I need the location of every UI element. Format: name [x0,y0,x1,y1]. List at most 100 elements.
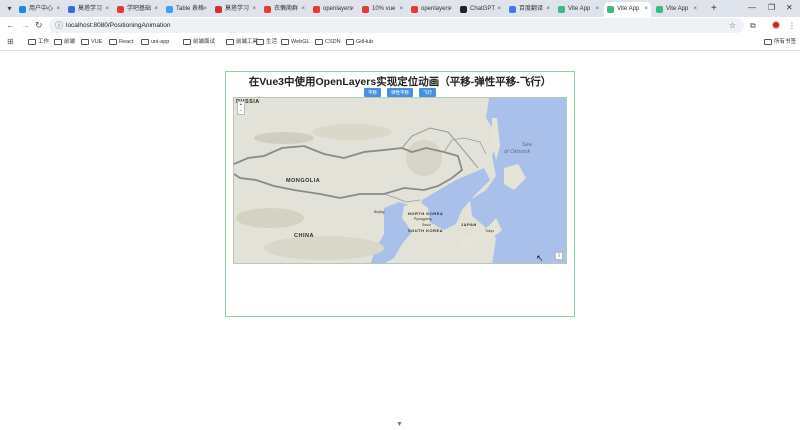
bookmark-folder[interactable]: 前端面试 [183,37,215,47]
bookmark-label: 前端工具 [236,39,259,45]
elastic-pan-button[interactable]: 弹性平移 [387,88,413,97]
tab-close-icon[interactable]: × [644,2,648,17]
tab-favicon-icon [264,6,271,13]
tab-search-icon[interactable]: ▾ [4,3,15,14]
bookmark-folder[interactable]: uni-app [141,37,169,47]
tab-favicon-icon [313,6,320,13]
tab-favicon-icon [558,6,565,13]
bookmark-folder[interactable]: CSDN [315,37,341,47]
folder-icon [281,39,289,45]
browser-tab[interactable]: 学吧基础 × [114,2,161,17]
all-bookmarks-folder[interactable]: 所有书签 [764,37,796,47]
bookmark-label: React [119,39,134,45]
avatar[interactable] [772,21,780,29]
tab-close-icon[interactable]: × [301,2,305,17]
address-bar[interactable]: ⓘ localhost:8080/PositioningAnimation ☆ [49,18,744,33]
tab-close-icon[interactable]: × [252,2,256,17]
forward-icon[interactable]: → [21,19,30,32]
browser-tab[interactable]: 衣懒蔺群 × [261,2,308,17]
tab-close-icon[interactable]: × [693,2,697,17]
folder-icon [346,39,354,45]
tab-close-icon[interactable]: × [350,2,354,17]
tab-close-icon[interactable]: × [546,2,550,17]
pan-button[interactable]: 平移 [364,88,381,97]
browser-tab[interactable]: 百度翻译 × [506,2,553,17]
browser-tab[interactable]: Vite App × [653,2,700,17]
minimize-icon[interactable]: — [748,1,756,15]
map-label-sea-of-okhotsk: of Okhotsk [504,149,531,155]
browser-tab[interactable]: openlayers × [310,2,357,17]
tab-close-icon[interactable]: × [399,2,403,17]
map-label-beijing: Beijing [374,210,385,214]
tab-favicon-icon [166,6,173,13]
tab-label: ChatGPT [470,6,496,12]
zoom-out-button[interactable]: − [238,108,244,114]
browser-tab[interactable]: 10% vue × [359,2,406,17]
bookmark-label: 生活 [266,39,278,45]
tab-label: 学吧基础 [127,6,152,12]
folder-icon [109,39,117,45]
bookmark-folder[interactable]: WebGL [281,37,310,47]
folder-icon [226,39,234,45]
scroll-down-icon[interactable]: ▼ [396,421,403,428]
map-label-south-korea: SOUTH KOREA [408,228,444,233]
folder-icon [28,39,36,45]
map-viewport[interactable]: RUSSIA Sea of Okhotsk MONGOLIA Beijing N… [233,97,567,264]
tab-close-icon[interactable]: × [595,2,599,17]
browser-tab[interactable]: Table 表格 × [163,2,210,17]
bookmark-label: uni-app [151,39,170,45]
map-label-china: CHINA [294,233,314,239]
bookmark-star-icon[interactable]: ☆ [729,18,736,33]
folder-icon [256,39,264,45]
map-label-sea: Sea [522,142,532,148]
map-label-seoul: Seoul [422,223,431,227]
bookmark-folder[interactable]: VUE [81,37,102,47]
tab-label: Table 表格 [176,6,205,12]
tab-close-icon[interactable]: × [203,2,207,17]
tab-favicon-icon [509,6,516,13]
bookmark-label: 前端面试 [193,39,216,45]
folder-icon [315,39,323,45]
page-title: 在Vue3中使用OpenLayers实现定位动画（平移-弹性平移-飞行） [248,76,552,88]
apps-grid-icon[interactable]: ⊞ [7,37,14,46]
tab-close-icon[interactable]: × [448,2,452,17]
map-zoom-control: + − [237,101,245,115]
site-info-icon[interactable]: ⓘ [55,19,63,32]
tab-favicon-icon [215,6,222,13]
menu-icon[interactable]: ⋮ [788,19,796,32]
reload-icon[interactable]: ↻ [35,19,43,32]
map-label-north-korea: NORTH KOREA [408,211,444,216]
bookmark-label: GitHub [356,39,374,45]
bookmark-folder[interactable]: React [109,37,133,47]
bookmark-folder[interactable]: GitHub [346,37,373,47]
fly-button[interactable]: 飞行 [419,88,436,97]
tab-close-icon[interactable]: × [56,2,60,17]
extensions-icon[interactable]: ⧉ [750,19,756,32]
browser-tab[interactable]: 莫塔学习 × [212,2,259,17]
back-icon[interactable]: ← [6,19,15,32]
bookmark-folder[interactable]: 生活 [256,37,277,47]
folder-icon [54,39,62,45]
bookmark-label: CSDN [325,39,341,45]
browser-tab[interactable]: Vite App × [555,2,602,17]
bookmarks-bar: 工作 前端 VUE React uni-app 前端面试 前端工具 生活 WebGL CSDN Gi… [0,34,800,51]
restore-icon[interactable]: ❐ [768,1,775,15]
tab-close-icon[interactable]: × [497,2,501,17]
folder-icon [183,39,191,45]
attribution-button[interactable]: i [555,252,563,260]
browser-tab[interactable]: 莫塔学习 × [65,2,112,17]
tab-label: openlayers [323,6,353,12]
close-window-icon[interactable]: ✕ [786,1,793,15]
bookmark-folder[interactable]: 前端工具 [226,37,258,47]
bookmark-label: WebGL [291,39,310,45]
tab-close-icon[interactable]: × [105,2,109,17]
new-tab-button[interactable]: + [711,2,717,15]
browser-tab[interactable]: 用户中心 × [16,2,63,17]
tab-label: 莫塔学习 [225,6,250,12]
tab-close-icon[interactable]: × [154,2,158,17]
browser-tab[interactable]: ChatGPT × [457,2,504,17]
bookmark-folder[interactable]: 前端 [54,37,75,47]
bookmark-folder[interactable]: 工作 [28,37,49,47]
browser-tab[interactable]: Vite App × [604,2,651,17]
browser-tab[interactable]: openlayers × [408,2,455,17]
